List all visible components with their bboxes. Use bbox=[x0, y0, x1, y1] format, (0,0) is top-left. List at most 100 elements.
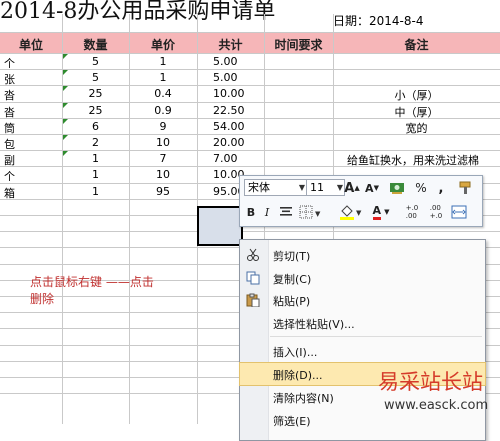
cell-quantity[interactable]: 1 bbox=[62, 152, 129, 165]
cell-quantity[interactable]: 1 bbox=[62, 168, 129, 181]
watermark-brand: 易采站长站 bbox=[378, 370, 483, 394]
italic-button[interactable]: I bbox=[260, 204, 274, 220]
menu-item-label: 复制(C) bbox=[273, 273, 312, 286]
cell-total[interactable]: 20.00 bbox=[213, 136, 245, 149]
menu-item-insert[interactable]: 插入(I)... bbox=[240, 340, 485, 362]
row-gridline bbox=[0, 231, 500, 232]
cell-unit-price[interactable]: 0.4 bbox=[129, 87, 197, 100]
menu-item-paste[interactable]: 粘贴(P) bbox=[240, 289, 485, 311]
cell-unit[interactable]: 张 bbox=[4, 71, 15, 87]
borders-button[interactable]: ▼ bbox=[298, 204, 324, 220]
cell-total[interactable]: 5.00 bbox=[213, 55, 238, 68]
menu-item-label: 插入(I)... bbox=[273, 346, 318, 359]
cell-total[interactable]: 7.00 bbox=[213, 152, 238, 165]
decrease-decimal-button[interactable]: .00 +.0 bbox=[424, 204, 448, 220]
cell-quantity[interactable]: 5 bbox=[62, 55, 129, 68]
header-total[interactable]: 共计 bbox=[197, 36, 264, 53]
number-as-text-indicator bbox=[63, 151, 68, 156]
number-as-text-indicator bbox=[63, 119, 68, 124]
comma-style-button[interactable]: , bbox=[434, 180, 448, 196]
cell-unit-price[interactable]: 9 bbox=[129, 120, 197, 133]
center-align-button[interactable] bbox=[278, 204, 294, 220]
header-time-required[interactable]: 时间要求 bbox=[264, 36, 333, 53]
svg-text:▼: ▼ bbox=[315, 210, 321, 218]
cell-unit[interactable]: 沓 bbox=[4, 87, 15, 103]
cell-quantity[interactable]: 25 bbox=[62, 104, 129, 117]
increase-decimal-button[interactable]: +.0 .00 bbox=[400, 204, 424, 220]
cell-unit-price[interactable]: 1 bbox=[129, 71, 197, 84]
cell-unit-price[interactable]: 95 bbox=[129, 185, 197, 198]
menu-item-label: 清除内容(N) bbox=[273, 392, 334, 405]
bold-button[interactable]: B bbox=[244, 204, 258, 220]
row-gridline bbox=[0, 85, 500, 86]
font-name-dropdown[interactable]: 宋体 ▼ bbox=[244, 179, 307, 196]
font-size-value: 11 bbox=[310, 181, 324, 194]
menu-item-cut[interactable]: 剪切(T) bbox=[240, 244, 485, 266]
menu-item-paste-special[interactable]: 选择性粘贴(V)... bbox=[240, 312, 485, 334]
cell-quantity[interactable]: 2 bbox=[62, 136, 129, 149]
chevron-down-icon: ▼ bbox=[336, 183, 343, 192]
grow-font-button[interactable]: A ▲ bbox=[344, 180, 360, 196]
cell-unit-price[interactable]: 0.9 bbox=[129, 104, 197, 117]
header-unit[interactable]: 单位 bbox=[0, 36, 62, 53]
borders-icon: ▼ bbox=[299, 205, 321, 219]
menu-separator bbox=[270, 336, 482, 337]
cell-quantity[interactable]: 5 bbox=[62, 71, 129, 84]
fill-bucket-icon: ▼ bbox=[340, 205, 362, 220]
copy-icon bbox=[245, 270, 261, 286]
font-size-dropdown[interactable]: 11 ▼ bbox=[306, 179, 345, 196]
cell-total[interactable]: 54.00 bbox=[213, 120, 245, 133]
menu-item-copy[interactable]: 复制(C) bbox=[240, 267, 485, 289]
accounting-format-button[interactable] bbox=[386, 179, 410, 197]
cell-unit-price[interactable]: 10 bbox=[129, 136, 197, 149]
cell-quantity[interactable]: 6 bbox=[62, 120, 129, 133]
number-as-text-indicator bbox=[63, 54, 68, 59]
cell-unit-price[interactable]: 1 bbox=[129, 55, 197, 68]
cell-remarks[interactable]: 宽的 bbox=[333, 120, 500, 136]
cell-unit[interactable]: 筒 bbox=[4, 120, 15, 136]
header-remarks[interactable]: 备注 bbox=[333, 36, 500, 53]
menu-item-label: 选择性粘贴(V)... bbox=[273, 318, 355, 331]
cell-quantity[interactable]: 1 bbox=[62, 185, 129, 198]
cell-remarks[interactable]: 小（厚） bbox=[333, 87, 500, 103]
cell-remarks[interactable]: 给鱼缸换水，用来洗过滤棉 bbox=[347, 152, 479, 168]
watermark-url: www.easck.com bbox=[384, 398, 489, 413]
merge-center-button[interactable] bbox=[450, 204, 468, 220]
number-as-text-indicator bbox=[63, 103, 68, 108]
cell-total[interactable]: 5.00 bbox=[213, 71, 238, 84]
cell-unit-price[interactable]: 7 bbox=[129, 152, 197, 165]
fill-color-button[interactable]: ▼ bbox=[338, 204, 364, 220]
cell-unit[interactable]: 副 bbox=[4, 152, 15, 168]
paste-icon bbox=[245, 292, 261, 308]
font-color-button[interactable]: A ▼ bbox=[368, 203, 394, 221]
cell-unit[interactable]: 个 bbox=[4, 168, 15, 184]
date-cell[interactable]: 日期：2014-8-4 bbox=[333, 12, 423, 29]
header-unit-price[interactable]: 单价 bbox=[129, 36, 197, 53]
format-painter-button[interactable] bbox=[456, 179, 476, 197]
cell-unit[interactable]: 包 bbox=[4, 136, 15, 152]
selected-range[interactable] bbox=[197, 206, 243, 246]
header-quantity[interactable]: 数量 bbox=[62, 36, 129, 53]
cell-unit[interactable]: 箱 bbox=[4, 185, 15, 201]
cell-unit[interactable]: 沓 bbox=[4, 104, 15, 120]
menu-item-label: 筛选(E) bbox=[273, 415, 311, 428]
font-color-icon: A bbox=[372, 204, 382, 220]
cell-quantity[interactable]: 25 bbox=[62, 87, 129, 100]
merge-cells-icon bbox=[451, 205, 467, 219]
number-as-text-indicator bbox=[63, 70, 68, 75]
cell-remarks[interactable]: 中（厚） bbox=[333, 104, 500, 120]
menu-item-label: 粘贴(P) bbox=[273, 295, 311, 308]
cell-unit[interactable]: 个 bbox=[4, 55, 15, 71]
row-gridline bbox=[0, 32, 500, 33]
sheet-title: 2014-8办公用品采购申请单 bbox=[0, 0, 276, 24]
cell-total[interactable]: 22.50 bbox=[213, 104, 245, 117]
font-name-value: 宋体 bbox=[248, 181, 270, 194]
menu-item-label: 删除(D)... bbox=[273, 369, 323, 382]
cell-total[interactable]: 10.00 bbox=[213, 87, 245, 100]
percent-style-button[interactable]: % bbox=[414, 180, 428, 196]
format-painter-icon bbox=[459, 181, 471, 194]
row-gridline bbox=[0, 69, 500, 70]
cell-unit-price[interactable]: 10 bbox=[129, 168, 197, 181]
shrink-font-button[interactable]: A ▼ bbox=[364, 180, 380, 196]
mini-format-toolbar: 宋体 ▼ 11 ▼ A ▲ A ▼ % , B I ▼ ▼ A ▼ +.0 .00 .… bbox=[239, 175, 483, 227]
